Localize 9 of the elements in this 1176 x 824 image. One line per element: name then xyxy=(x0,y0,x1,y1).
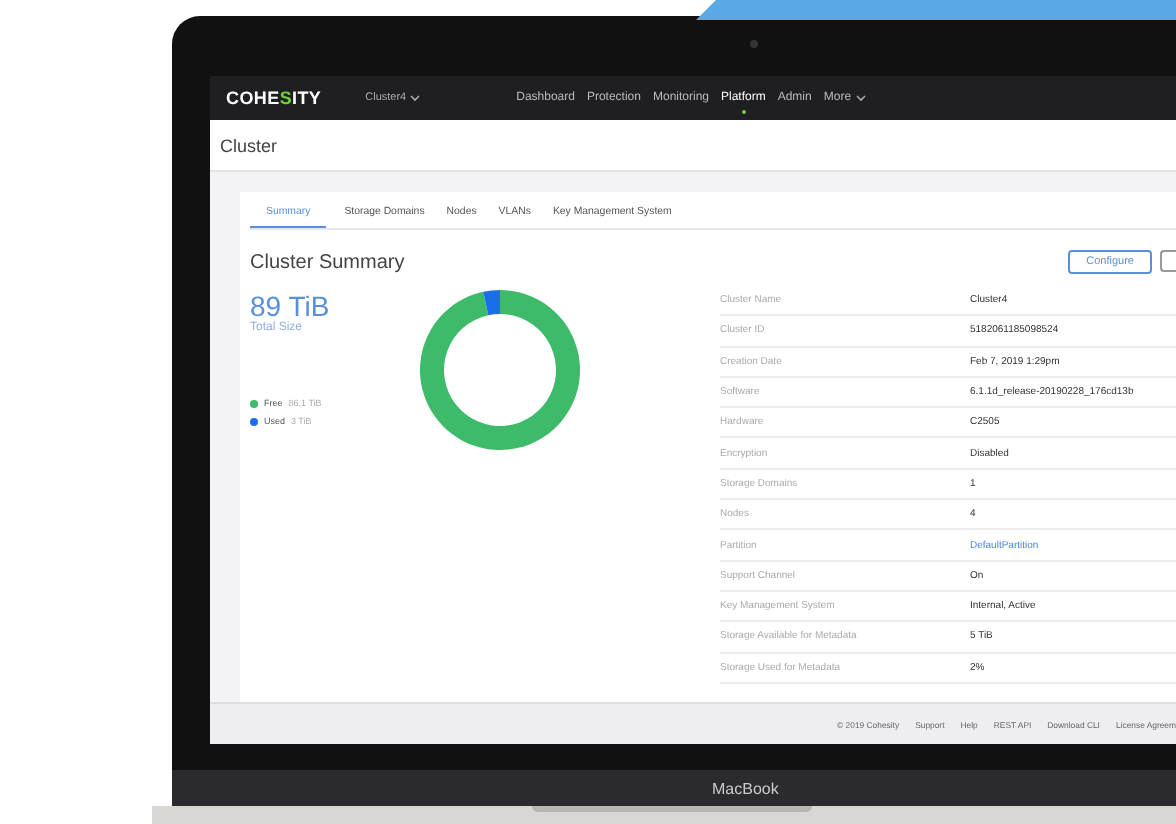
section-title: Cluster Summary xyxy=(250,251,405,273)
camera-icon xyxy=(750,40,758,48)
action-button[interactable] xyxy=(1160,250,1176,272)
chevron-down-icon xyxy=(410,94,421,102)
chevron-down-icon xyxy=(855,94,866,102)
logo: COHESITY xyxy=(226,88,322,108)
total-size-value: 89 TiB xyxy=(250,290,332,322)
device-label: MacBook xyxy=(712,779,779,797)
page-title: Cluster xyxy=(220,135,278,155)
